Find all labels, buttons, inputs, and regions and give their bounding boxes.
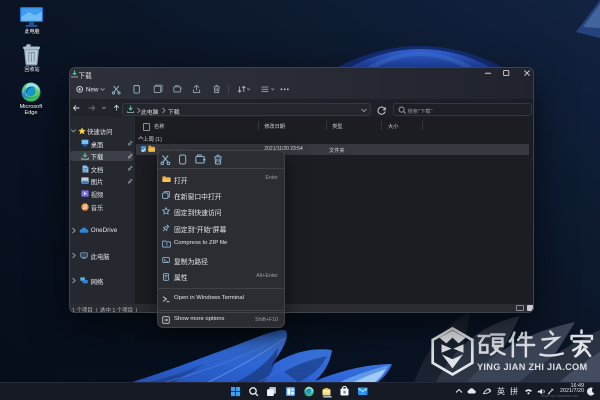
svg-text:英: 英	[497, 386, 505, 396]
svg-text:拼: 拼	[510, 386, 518, 396]
